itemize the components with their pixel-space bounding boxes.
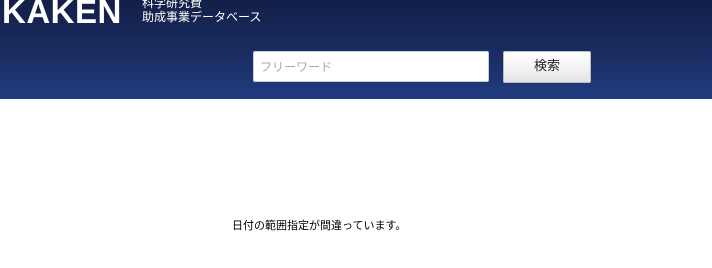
search-input[interactable] bbox=[253, 51, 489, 82]
error-message: 日付の範囲指定が間違っています。 bbox=[232, 219, 407, 232]
logo-wordmark: KAKEN bbox=[2, 0, 122, 30]
logo-subtitle-line2: 助成事業データベース bbox=[142, 10, 262, 24]
logo-subtitle-line1: 科学研究費 bbox=[142, 0, 203, 10]
search-button[interactable]: 検索 bbox=[503, 51, 591, 83]
site-header: KAKEN 科学研究費 助成事業データベース 検索 bbox=[0, 0, 712, 99]
logo-subtitle: 科学研究費 助成事業データベース bbox=[142, 0, 261, 24]
